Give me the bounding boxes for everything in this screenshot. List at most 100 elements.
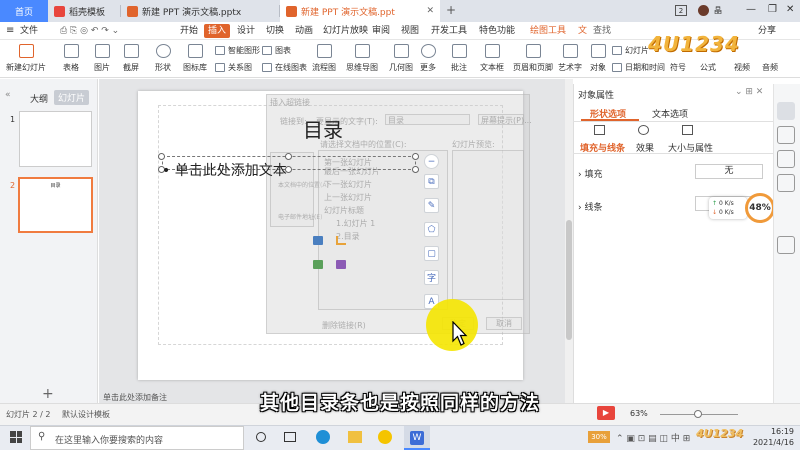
menu-slideshow[interactable]: 幻灯片放映 (323, 22, 368, 40)
online-chart-button[interactable]: 在线图表 (262, 62, 307, 73)
tab-slides[interactable]: 幻灯片 (54, 90, 90, 105)
comment-button[interactable]: 批注 (451, 44, 467, 73)
menu-view[interactable]: 视图 (401, 22, 419, 40)
pen-icon[interactable]: ✎ (424, 198, 439, 213)
upload-arrow-icon: ↑ (712, 200, 718, 207)
menu-review[interactable]: 审阅 (372, 22, 390, 40)
properties-icon[interactable] (777, 102, 795, 120)
select-icon[interactable] (777, 126, 795, 144)
maximize-icon[interactable]: ❐ (768, 4, 777, 15)
tab-ppt-document-active[interactable]: 新建 PPT 演示文稿.ppt ✕ (280, 0, 440, 22)
menu-animation[interactable]: 动画 (295, 22, 313, 40)
quick-access-icons[interactable]: ⎙ ⎘ ◎ ↶ ↷ ⌄ (60, 22, 119, 40)
relation-chart-button[interactable]: 关系图 (215, 62, 252, 73)
menu-insert-active[interactable]: 插入 (204, 24, 231, 38)
tab-docer-templates[interactable]: 稻壳模板 (48, 0, 120, 22)
line-section-label[interactable]: › 线条 (578, 200, 602, 213)
tab-pptx-document[interactable]: 新建 PPT 演示文稿.pptx (121, 0, 279, 22)
close-window-icon[interactable]: ✕ (786, 4, 794, 15)
fill-section-label[interactable]: › 填充 (578, 167, 602, 180)
new-slide-button[interactable]: 新建幻灯片 (6, 44, 46, 73)
minimize-icon[interactable]: — (746, 4, 756, 15)
menu-developer[interactable]: 开发工具 (431, 22, 467, 40)
help-icon[interactable] (777, 236, 795, 254)
slide-thumbnail-2[interactable]: 目录 (18, 177, 93, 233)
new-tab-icon[interactable]: + (446, 3, 456, 17)
tab-outline[interactable]: 大纲 (30, 92, 48, 105)
close-tab-icon[interactable]: ✕ (426, 6, 434, 16)
scrollbar-thumb[interactable] (566, 220, 572, 340)
collapse-panel-icon[interactable]: « (5, 90, 11, 100)
symbol-button[interactable]: 符号 (670, 62, 686, 73)
insert-table-icon[interactable] (313, 260, 323, 269)
animation-icon[interactable] (777, 150, 795, 168)
wordart-button[interactable]: 艺术字 (558, 44, 582, 73)
outline-icon[interactable]: ▢ (424, 246, 439, 261)
resize-handle[interactable] (412, 153, 419, 160)
resize-handle[interactable] (412, 166, 419, 173)
cortana-icon[interactable] (256, 432, 266, 442)
geometry-button[interactable]: 几何图 (389, 44, 413, 73)
share-button[interactable]: 分享 (758, 22, 776, 40)
hamburger-icon[interactable]: ≡ (6, 25, 14, 36)
resize-handle[interactable] (158, 153, 165, 160)
smartart-button[interactable]: 智能图形 (215, 45, 260, 56)
slide-number-button[interactable]: 幻灯片 (612, 45, 649, 56)
menu-text-tools[interactable]: 文 (578, 22, 587, 40)
chart-button[interactable]: 图表 (262, 45, 291, 56)
menu-home[interactable]: 开始 (180, 22, 198, 40)
task-view-icon[interactable] (284, 432, 296, 442)
picture-button[interactable]: 图片 (94, 44, 110, 73)
date-time-button[interactable]: 日期和时间 (612, 62, 665, 73)
mindmap-button[interactable]: 思维导图 (346, 44, 378, 73)
object-button[interactable]: 对象 (590, 44, 606, 73)
slide-number-icon (612, 46, 622, 55)
layers-icon[interactable]: ⧉ (424, 174, 439, 189)
file-explorer-icon[interactable] (348, 431, 362, 443)
tree-item: 下一张幻灯片 (324, 180, 372, 189)
shape-fill-icon[interactable]: ⬠ (424, 222, 439, 237)
insert-video-icon[interactable] (336, 260, 346, 269)
header-footer-button[interactable]: 页眉和页脚 (513, 44, 553, 73)
resize-handle[interactable] (285, 153, 292, 160)
screenshot-button[interactable]: 截屏 (123, 44, 139, 73)
slide-thumbnail-1[interactable] (19, 111, 92, 167)
tray-icons[interactable]: ⌃ ▣ ⊡ ▤ ◫ 中 ⊞ (616, 431, 690, 444)
collapse-icon[interactable]: − (424, 154, 439, 169)
icon-library-button[interactable]: 图标库 (183, 44, 207, 73)
video-button[interactable]: 视频 (734, 62, 750, 73)
insert-picture-icon[interactable] (313, 236, 323, 245)
slide-title[interactable]: 目录 (303, 114, 343, 143)
menu-transition[interactable]: 切换 (266, 22, 284, 40)
textbox-button[interactable]: 文本框 (480, 44, 504, 73)
menu-features[interactable]: 特色功能 (479, 22, 515, 40)
avatar[interactable] (698, 5, 709, 16)
battery-indicator[interactable]: 30% (588, 431, 610, 443)
fill-select[interactable]: 无 (695, 164, 763, 179)
text-style-icon[interactable]: 字 (424, 270, 439, 285)
window-count-badge[interactable]: 2 (675, 5, 687, 16)
wps-taskbar-button[interactable]: W (404, 426, 430, 450)
edge-browser-icon[interactable] (316, 430, 330, 444)
app-icon[interactable] (378, 430, 392, 444)
shape-button[interactable]: 形状 (155, 44, 171, 73)
tab-text-options[interactable]: 文本选项 (652, 107, 688, 120)
formula-button[interactable]: 公式 (700, 62, 716, 73)
menu-file[interactable]: 文件 (20, 22, 38, 40)
flowchart-button[interactable]: 流程图 (312, 44, 336, 73)
insert-chart-icon[interactable] (336, 236, 346, 245)
panel-controls-icon[interactable]: ⌄ ⊞ ✕ (735, 87, 763, 97)
menu-drawing-tools[interactable]: 绘图工具 (530, 22, 566, 40)
table-button[interactable]: 表格 (63, 44, 79, 73)
transition-icon[interactable] (777, 174, 795, 192)
object-icon (590, 44, 606, 58)
content-placeholder[interactable]: • 单击此处添加文本 (162, 160, 287, 180)
ppt-file-icon (286, 5, 297, 17)
more-button[interactable]: 更多 (420, 44, 436, 73)
menu-design[interactable]: 设计 (237, 22, 255, 40)
audio-button[interactable]: 音频 (762, 62, 778, 73)
windows-start-icon[interactable] (10, 431, 22, 443)
tab-home[interactable]: 首页 (0, 0, 48, 22)
tree-item: 幻灯片标题 (324, 206, 364, 215)
menu-search[interactable]: 查找 (593, 22, 611, 40)
